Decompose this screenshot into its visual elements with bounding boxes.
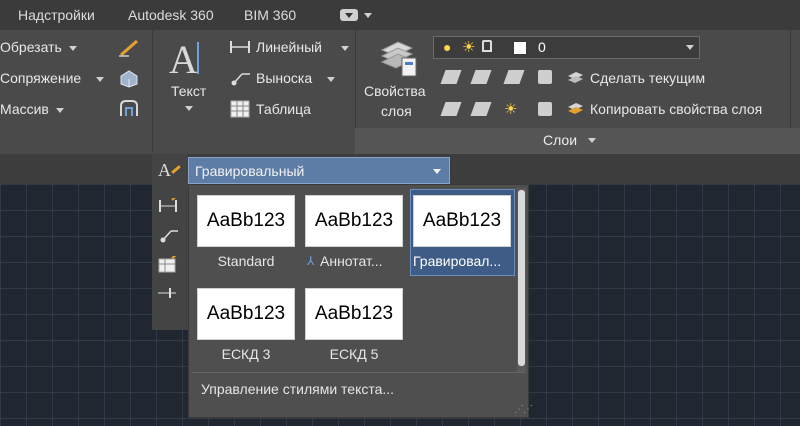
dimension-style-icon[interactable] <box>158 198 180 214</box>
trim-button[interactable]: Обрезать <box>0 39 62 55</box>
array-button[interactable]: Массив <box>0 101 49 117</box>
layer-properties-icon <box>380 41 417 77</box>
layer-isolate-icon[interactable] <box>440 70 462 84</box>
style-tile-annotative[interactable]: AaBb123 <box>305 195 403 247</box>
table-style-icon[interactable] <box>158 256 180 274</box>
style-label-standard[interactable]: Standard <box>197 253 295 269</box>
style-preview: AaBb123 <box>422 210 502 231</box>
style-tile-eskd3[interactable]: AaBb123 <box>197 288 295 340</box>
table-button[interactable]: Таблица <box>256 101 311 117</box>
leader-icon <box>231 73 250 86</box>
layer-tools-row-1 <box>440 68 560 90</box>
offset-icon[interactable] <box>117 98 141 120</box>
text-style-dropdown[interactable]: Гравировальный <box>188 157 450 184</box>
chevron-down-icon <box>433 169 441 174</box>
text-button-label[interactable]: Текст <box>171 83 206 99</box>
sun-icon: ☀ <box>462 39 476 56</box>
ribbon-tab-bar: Надстройки Autodesk 360 BIM 360 <box>0 0 800 31</box>
chevron-down-icon[interactable] <box>185 106 193 111</box>
unlock-icon <box>482 40 492 52</box>
layer-unisolate-icon[interactable] <box>440 102 462 116</box>
layers-panel-title: Слои <box>543 132 578 148</box>
layer-lock-icon[interactable] <box>538 70 552 84</box>
text-style-icon[interactable]: A <box>158 160 171 181</box>
style-tile-eskd5[interactable]: AaBb123 <box>305 288 403 340</box>
style-preview: AaBb123 <box>206 303 286 324</box>
style-tile-standard[interactable]: AaBb123 <box>197 195 295 247</box>
chevron-down-icon <box>588 138 596 143</box>
layer-dropdown[interactable]: ● ☀ 0 <box>433 36 700 59</box>
style-label-eskd3[interactable]: ЕСКД 3 <box>197 346 295 362</box>
table-icon <box>230 100 250 118</box>
layer-unlock-icon[interactable] <box>538 102 552 116</box>
text-cursor-icon <box>197 42 199 74</box>
layers-panel-title-bar[interactable]: Слои <box>355 128 800 154</box>
linear-dimension-button[interactable]: Линейный <box>256 39 322 55</box>
match-layer-icon <box>568 103 583 114</box>
style-preview: AaBb123 <box>314 303 394 324</box>
chevron-down-icon[interactable] <box>96 77 104 82</box>
layer-freeze-icon[interactable] <box>503 70 525 84</box>
panel-divider <box>152 30 153 152</box>
tab-addins[interactable]: Надстройки <box>18 7 95 23</box>
layer-on-icon[interactable] <box>470 102 492 116</box>
annotation-side-tools: A <box>152 154 189 330</box>
tab-bim-360[interactable]: BIM 360 <box>244 7 296 23</box>
linear-dimension-icon <box>230 41 250 53</box>
resize-grip-icon[interactable]: ⋰⋰ <box>514 404 533 415</box>
chevron-down-icon[interactable] <box>69 46 77 51</box>
style-label-engraving[interactable]: Гравировал... <box>413 253 513 269</box>
style-label-eskd5[interactable]: ЕСКД 5 <box>305 346 403 362</box>
chevron-down-icon[interactable] <box>364 13 372 18</box>
leader-button[interactable]: Выноска <box>256 70 312 86</box>
color-swatch <box>514 42 526 54</box>
gallery-divider <box>192 372 525 373</box>
chevron-down-icon <box>345 13 353 18</box>
solid-box-icon[interactable] <box>117 68 141 88</box>
gallery-scrollbar-thumb[interactable] <box>518 190 525 366</box>
style-preview: AaBb123 <box>314 210 394 231</box>
multileader-style-icon[interactable] <box>158 226 180 244</box>
tab-autodesk-360[interactable]: Autodesk 360 <box>128 7 214 23</box>
pencil-icon <box>171 165 181 174</box>
manage-text-styles-link[interactable]: Управление стилями текста... <box>201 381 394 397</box>
annotative-icon: ⅄ <box>307 254 315 268</box>
text-style-selected: Гравировальный <box>195 163 305 179</box>
layer-properties-label[interactable]: слоя <box>381 103 412 119</box>
style-label-annotative[interactable]: Аннотат... <box>320 253 410 269</box>
current-layer-name: 0 <box>538 39 546 55</box>
text-a-icon: A <box>169 37 198 82</box>
make-current-button[interactable]: Сделать текущим <box>590 70 705 86</box>
chevron-down-icon[interactable] <box>341 46 349 51</box>
layer-tools-row-2: ☀ <box>440 100 560 122</box>
match-layer-button[interactable]: Копировать свойства слоя <box>590 101 762 117</box>
layer-off-icon[interactable] <box>470 70 492 84</box>
layer-properties-label[interactable]: Свойства <box>364 83 425 99</box>
style-preview: AaBb123 <box>206 210 286 231</box>
tab-overflow-button[interactable] <box>340 9 358 21</box>
lightbulb-icon: ● <box>443 39 452 55</box>
dimension-break-icon[interactable] <box>156 286 178 300</box>
erase-icon[interactable] <box>117 38 141 58</box>
fillet-button[interactable]: Сопряжение <box>0 70 81 86</box>
style-tile-engraving[interactable]: AaBb123 <box>413 195 511 247</box>
layer-thaw-icon[interactable]: ☀ <box>504 100 517 118</box>
text-tool-button[interactable]: A <box>163 37 213 82</box>
chevron-down-icon[interactable] <box>327 77 335 82</box>
make-current-icon <box>568 72 583 83</box>
chevron-down-icon[interactable] <box>56 108 64 113</box>
chevron-down-icon <box>686 45 694 50</box>
